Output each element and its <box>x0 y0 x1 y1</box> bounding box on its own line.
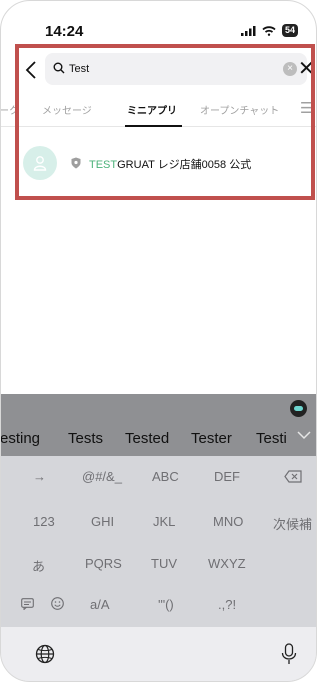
key-ghi[interactable]: GHI <box>91 514 114 529</box>
key-punctuation[interactable]: .,?! <box>218 597 236 612</box>
wifi-icon <box>262 25 276 36</box>
chevron-down-icon[interactable] <box>297 431 311 440</box>
key-case[interactable]: a/A <box>90 597 110 612</box>
status-icons: 54 <box>240 24 298 37</box>
keyboard-bottom-bar <box>1 627 316 681</box>
suggestion[interactable]: Tests <box>68 430 103 447</box>
key-arrow[interactable]: → <box>33 469 46 484</box>
key-def[interactable]: DEF <box>214 469 240 484</box>
globe-icon[interactable] <box>35 644 55 664</box>
battery-icon: 54 <box>281 24 298 37</box>
key-wxyz[interactable]: WXYZ <box>208 556 246 571</box>
suggestion[interactable]: Tester <box>191 430 232 447</box>
microphone-icon[interactable] <box>281 643 297 665</box>
emoji-list-icon[interactable] <box>21 598 34 610</box>
key-symbols[interactable]: @#/&_ <box>82 469 122 484</box>
key-pqrs[interactable]: PQRS <box>85 556 122 571</box>
key-123[interactable]: 123 <box>33 514 55 529</box>
signal-icon <box>240 25 256 36</box>
suggestion-bar: esting Tests Tested Tester Testi <box>1 394 316 456</box>
key-mno[interactable]: MNO <box>213 514 243 529</box>
key-tuv[interactable]: TUV <box>151 556 177 571</box>
status-time: 14:24 <box>45 23 84 40</box>
key-next-candidate[interactable]: 次候補 <box>273 514 312 533</box>
key-quotes[interactable]: '"() <box>158 597 174 612</box>
key-jkl[interactable]: JKL <box>153 514 175 529</box>
keyboard: esting Tests Tested Tester Testi → @#/&_… <box>1 394 316 681</box>
suggestion[interactable]: esting <box>1 430 40 447</box>
suggestion[interactable]: Tested <box>125 430 169 447</box>
emoji-icon[interactable] <box>51 597 64 610</box>
suggestion[interactable]: Testi <box>256 430 287 447</box>
bot-icon[interactable] <box>290 400 307 417</box>
status-bar: 14:24 54 <box>1 1 316 41</box>
phone-screen: 14:24 54 × <box>0 0 317 682</box>
backspace-icon[interactable] <box>284 470 302 483</box>
key-kana[interactable]: あ <box>32 556 45 575</box>
highlight-box <box>15 44 315 200</box>
key-abc[interactable]: ABC <box>152 469 179 484</box>
